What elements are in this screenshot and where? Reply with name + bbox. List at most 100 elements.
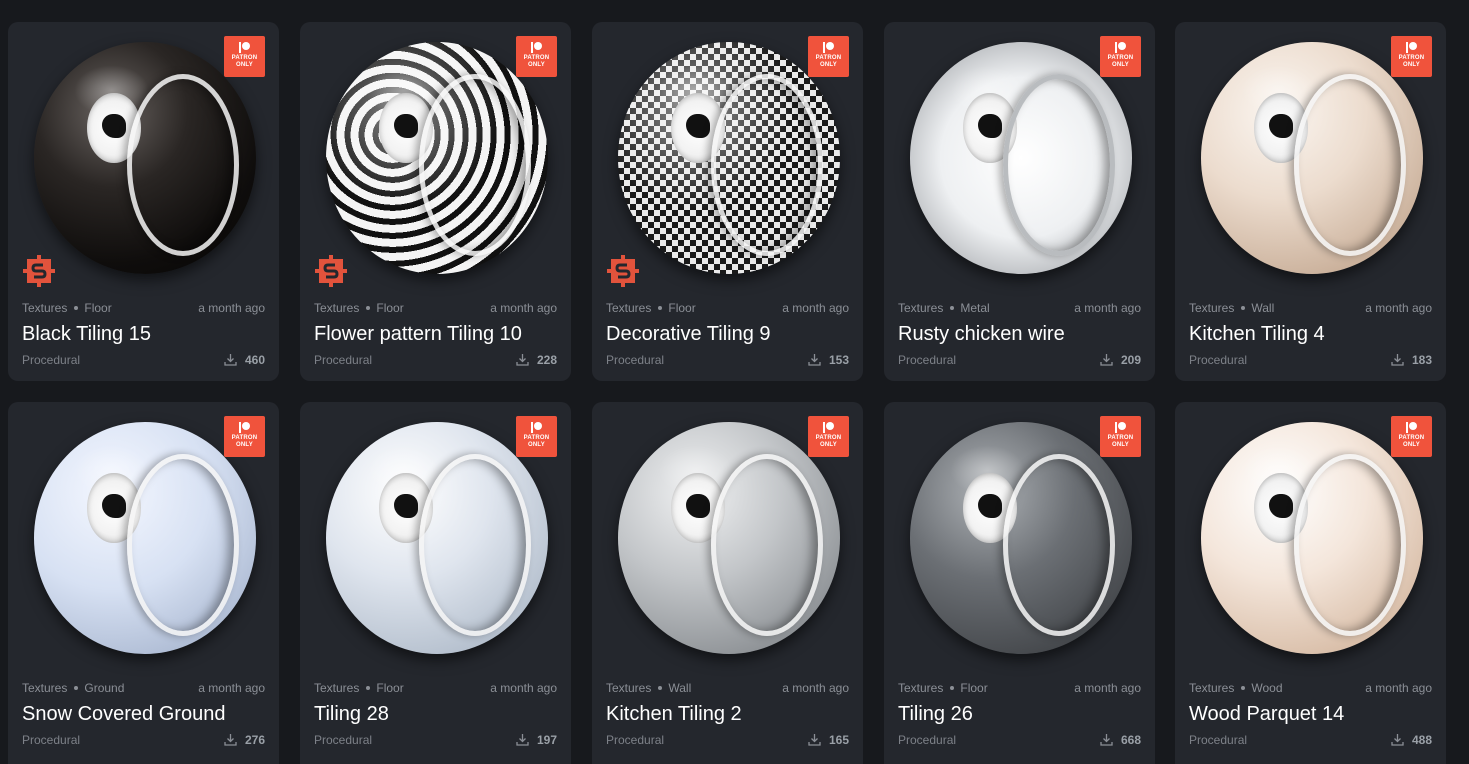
download-count: 197 bbox=[516, 733, 557, 747]
card-meta: Textures Metal a month ago bbox=[898, 301, 1141, 317]
download-number: 183 bbox=[1411, 353, 1432, 367]
material-preview-sphere bbox=[326, 42, 548, 274]
section-link[interactable]: Textures bbox=[314, 681, 359, 695]
sphere-ring bbox=[1294, 454, 1407, 637]
patreon-icon bbox=[1115, 42, 1126, 53]
download-number: 153 bbox=[828, 353, 849, 367]
separator-dot bbox=[1241, 305, 1246, 310]
patron-only-badge: PATRON ONLY bbox=[1100, 416, 1141, 457]
download-count: 228 bbox=[516, 353, 557, 367]
separator-dot bbox=[658, 685, 663, 690]
section-link[interactable]: Textures bbox=[606, 301, 651, 315]
category-link[interactable]: Floor bbox=[84, 301, 111, 315]
texture-card-10[interactable]: PATRON ONLY Textures Wood a month ago Woo… bbox=[1175, 402, 1446, 764]
texture-grid: PATRON ONLY Textures Floor a month ago Bl… bbox=[0, 0, 1469, 764]
category-link[interactable]: Wall bbox=[1251, 301, 1274, 315]
texture-card-6[interactable]: PATRON ONLY Textures Ground a month ago S… bbox=[8, 402, 279, 764]
category-link[interactable]: Floor bbox=[668, 301, 695, 315]
texture-thumbnail[interactable]: PATRON ONLY bbox=[1175, 402, 1446, 686]
section-link[interactable]: Textures bbox=[22, 681, 67, 695]
section-link[interactable]: Textures bbox=[898, 301, 943, 315]
texture-title[interactable]: Wood Parquet 14 bbox=[1189, 702, 1432, 726]
texture-title[interactable]: Tiling 28 bbox=[314, 702, 557, 726]
texture-type: Procedural bbox=[606, 353, 665, 367]
category-link[interactable]: Floor bbox=[376, 681, 403, 695]
upload-time: a month ago bbox=[1074, 681, 1141, 695]
card-meta: Textures Floor a month ago bbox=[314, 301, 557, 317]
texture-title[interactable]: Kitchen Tiling 4 bbox=[1189, 322, 1432, 346]
patron-only-badge: PATRON ONLY bbox=[224, 416, 265, 457]
category-link[interactable]: Wood bbox=[1251, 681, 1282, 695]
download-number: 197 bbox=[536, 733, 557, 747]
texture-thumbnail[interactable]: PATRON ONLY bbox=[300, 402, 571, 686]
texture-title[interactable]: Flower pattern Tiling 10 bbox=[314, 322, 557, 346]
section-link[interactable]: Textures bbox=[22, 301, 67, 315]
category-link[interactable]: Ground bbox=[84, 681, 124, 695]
upload-time: a month ago bbox=[198, 681, 265, 695]
category-link[interactable]: Wall bbox=[668, 681, 691, 695]
patreon-icon bbox=[1406, 42, 1417, 53]
sphere-ring bbox=[127, 74, 240, 257]
texture-card-9[interactable]: PATRON ONLY Textures Floor a month ago Ti… bbox=[884, 402, 1155, 764]
texture-title[interactable]: Decorative Tiling 9 bbox=[606, 322, 849, 346]
patron-text: PATRON bbox=[231, 55, 258, 61]
category-link[interactable]: Floor bbox=[376, 301, 403, 315]
card-footer: Procedural 460 bbox=[22, 353, 265, 369]
patreon-icon bbox=[239, 422, 250, 433]
category-link[interactable]: Metal bbox=[960, 301, 989, 315]
section-link[interactable]: Textures bbox=[1189, 681, 1234, 695]
category-link[interactable]: Floor bbox=[960, 681, 987, 695]
texture-card-7[interactable]: PATRON ONLY Textures Floor a month ago Ti… bbox=[300, 402, 571, 764]
sphere-ring bbox=[1003, 74, 1116, 257]
texture-card-4[interactable]: PATRON ONLY Textures Metal a month ago Ru… bbox=[884, 22, 1155, 381]
patron-only-badge: PATRON ONLY bbox=[516, 416, 557, 457]
card-meta: Textures Wood a month ago bbox=[1189, 681, 1432, 697]
texture-title[interactable]: Black Tiling 15 bbox=[22, 322, 265, 346]
texture-thumbnail[interactable]: PATRON ONLY bbox=[884, 402, 1155, 686]
patron-text: PATRON bbox=[1107, 55, 1134, 61]
section-link[interactable]: Textures bbox=[1189, 301, 1234, 315]
section-link[interactable]: Textures bbox=[898, 681, 943, 695]
separator-dot bbox=[950, 305, 955, 310]
upload-time: a month ago bbox=[1365, 681, 1432, 695]
card-footer: Procedural 668 bbox=[898, 733, 1141, 749]
substance-icon bbox=[315, 255, 347, 287]
texture-thumbnail[interactable]: PATRON ONLY bbox=[300, 22, 571, 306]
texture-thumbnail[interactable]: PATRON ONLY bbox=[884, 22, 1155, 306]
texture-card-1[interactable]: PATRON ONLY Textures Floor a month ago Bl… bbox=[8, 22, 279, 381]
patron-only-badge: PATRON ONLY bbox=[1391, 36, 1432, 77]
patron-text: PATRON bbox=[1398, 55, 1425, 61]
texture-card-2[interactable]: PATRON ONLY Textures Floor a month ago Fl… bbox=[300, 22, 571, 381]
texture-title[interactable]: Snow Covered Ground bbox=[22, 702, 265, 726]
texture-title[interactable]: Kitchen Tiling 2 bbox=[606, 702, 849, 726]
texture-thumbnail[interactable]: PATRON ONLY bbox=[8, 402, 279, 686]
texture-title[interactable]: Rusty chicken wire bbox=[898, 322, 1141, 346]
card-meta: Textures Wall a month ago bbox=[606, 681, 849, 697]
only-text: ONLY bbox=[1112, 442, 1129, 448]
texture-card-5[interactable]: PATRON ONLY Textures Wall a month ago Kit… bbox=[1175, 22, 1446, 381]
material-preview-sphere bbox=[910, 42, 1132, 274]
texture-card-8[interactable]: PATRON ONLY Textures Wall a month ago Kit… bbox=[592, 402, 863, 764]
download-count: 165 bbox=[808, 733, 849, 747]
sphere-ring bbox=[1294, 74, 1407, 257]
texture-card-3[interactable]: PATRON ONLY Textures Floor a month ago De… bbox=[592, 22, 863, 381]
texture-title[interactable]: Tiling 26 bbox=[898, 702, 1141, 726]
card-meta: Textures Floor a month ago bbox=[606, 301, 849, 317]
section-link[interactable]: Textures bbox=[606, 681, 651, 695]
texture-type: Procedural bbox=[606, 733, 665, 747]
texture-thumbnail[interactable]: PATRON ONLY bbox=[1175, 22, 1446, 306]
section-link[interactable]: Textures bbox=[314, 301, 359, 315]
patron-text: PATRON bbox=[1107, 435, 1134, 441]
separator-dot bbox=[74, 685, 79, 690]
download-icon bbox=[224, 734, 237, 746]
texture-thumbnail[interactable]: PATRON ONLY bbox=[592, 402, 863, 686]
texture-thumbnail[interactable]: PATRON ONLY bbox=[8, 22, 279, 306]
patron-text: PATRON bbox=[815, 55, 842, 61]
sphere-ring bbox=[419, 74, 532, 257]
card-meta: Textures Ground a month ago bbox=[22, 681, 265, 697]
texture-thumbnail[interactable]: PATRON ONLY bbox=[592, 22, 863, 306]
card-meta: Textures Wall a month ago bbox=[1189, 301, 1432, 317]
card-footer: Procedural 228 bbox=[314, 353, 557, 369]
upload-time: a month ago bbox=[1365, 301, 1432, 315]
download-number: 228 bbox=[536, 353, 557, 367]
